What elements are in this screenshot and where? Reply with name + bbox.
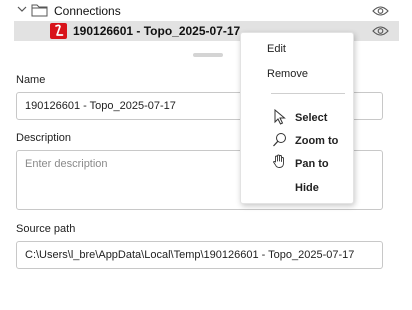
source-path-input[interactable]: C:\Users\l_bre\AppData\Local\Temp\190126…	[16, 241, 383, 269]
tree-node-label: 190126601 - Topo_2025-07-17	[73, 24, 241, 38]
menu-item-zoom-to[interactable]: Zoom to	[295, 135, 338, 147]
visibility-eye-icon[interactable]	[372, 25, 389, 37]
tree-node-connections[interactable]: Connections	[0, 1, 412, 21]
data-source-logo-icon	[50, 23, 67, 39]
menu-item-select[interactable]: Select	[295, 112, 327, 124]
chevron-down-icon[interactable]	[17, 4, 27, 14]
menu-separator	[271, 93, 345, 94]
menu-item-edit[interactable]: Edit	[267, 43, 286, 55]
name-label: Name	[16, 74, 46, 86]
folder-icon	[31, 4, 48, 17]
visibility-eye-icon[interactable]	[372, 5, 389, 17]
menu-item-pan-to[interactable]: Pan to	[295, 158, 329, 170]
menu-item-remove[interactable]: Remove	[267, 68, 308, 80]
cursor-arrow-icon	[274, 109, 286, 125]
menu-item-hide[interactable]: Hide	[295, 182, 319, 194]
magnifier-icon	[273, 133, 286, 147]
hand-icon	[273, 154, 284, 168]
description-label: Description	[16, 132, 72, 144]
source-path-label: Source path	[16, 223, 76, 235]
panel-resize-handle[interactable]	[193, 53, 223, 57]
context-menu: Edit Remove Select Zoom to Pan to Hide	[240, 32, 354, 204]
tree-node-label: Connections	[54, 4, 121, 18]
